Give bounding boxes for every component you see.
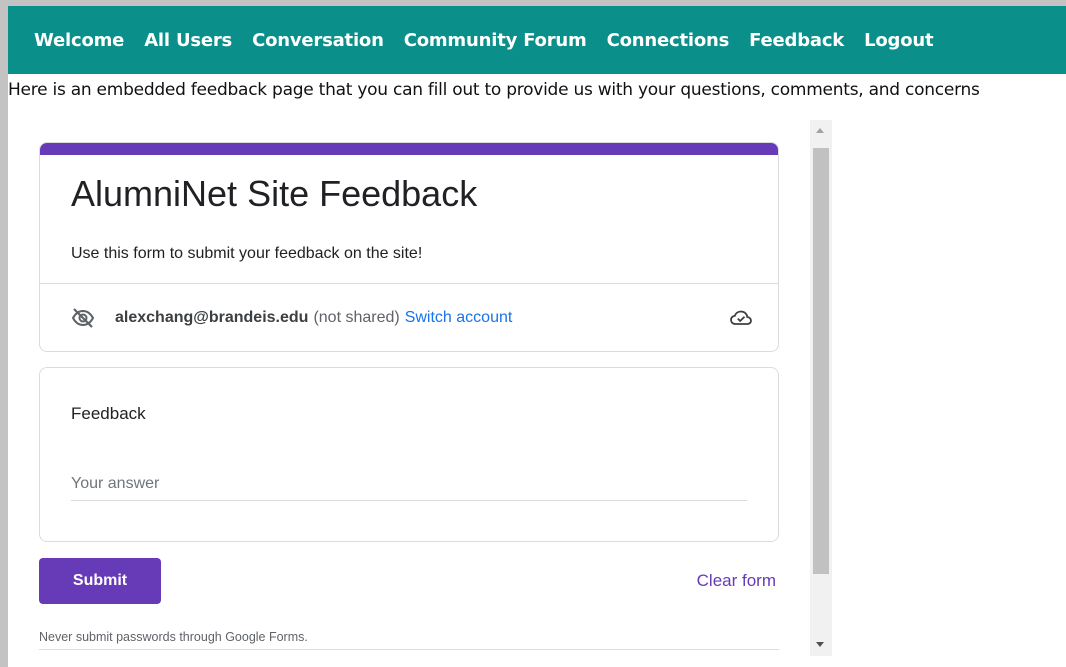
nav-list: Welcome All Users Conversation Community… xyxy=(34,30,953,51)
nav-link-all-users[interactable]: All Users xyxy=(144,30,232,51)
embedded-feedback-form: AlumniNet Site Feedback Use this form to… xyxy=(8,120,832,656)
scrollbar-thumb[interactable] xyxy=(813,148,829,574)
nav-link-logout[interactable]: Logout xyxy=(864,30,934,51)
embed-scrollbar[interactable] xyxy=(810,120,832,656)
header-divider xyxy=(40,283,778,284)
submit-button[interactable]: Submit xyxy=(39,558,161,604)
feedback-question-card: Feedback xyxy=(39,367,779,542)
form-header-card: AlumniNet Site Feedback Use this form to… xyxy=(39,142,779,352)
nav-link-welcome[interactable]: Welcome xyxy=(34,30,124,51)
clear-form-button[interactable]: Clear form xyxy=(664,566,776,596)
password-warning: Never submit passwords through Google Fo… xyxy=(39,630,308,644)
feedback-answer-input[interactable] xyxy=(71,468,747,501)
question-label: Feedback xyxy=(71,404,146,423)
account-row: alexchang@brandeis.edu (not shared) Swit… xyxy=(71,303,753,333)
window-border-left xyxy=(0,0,8,667)
footer-divider xyxy=(39,649,779,650)
scroll-down-arrow-icon[interactable] xyxy=(816,642,824,647)
scroll-up-arrow-icon[interactable] xyxy=(816,128,824,133)
nav-link-connections[interactable]: Connections xyxy=(607,30,730,51)
form-description: Use this form to submit your feedback on… xyxy=(71,245,423,262)
nav-link-conversation[interactable]: Conversation xyxy=(252,30,384,51)
browser-frame: Welcome All Users Conversation Community… xyxy=(0,0,1066,667)
nav-link-feedback[interactable]: Feedback xyxy=(749,30,844,51)
cloud-check-icon xyxy=(729,306,753,330)
account-email: alexchang@brandeis.edu xyxy=(115,309,309,326)
eye-off-icon xyxy=(71,306,95,330)
account-not-shared-note: (not shared) xyxy=(313,309,400,326)
nav-link-community-forum[interactable]: Community Forum xyxy=(404,30,587,51)
form-title: AlumniNet Site Feedback xyxy=(71,173,478,214)
top-navbar: Welcome All Users Conversation Community… xyxy=(8,6,1066,74)
intro-text: Here is an embedded feedback page that y… xyxy=(8,80,980,100)
switch-account-link[interactable]: Switch account xyxy=(405,309,513,327)
form-accent-bar xyxy=(40,143,778,155)
